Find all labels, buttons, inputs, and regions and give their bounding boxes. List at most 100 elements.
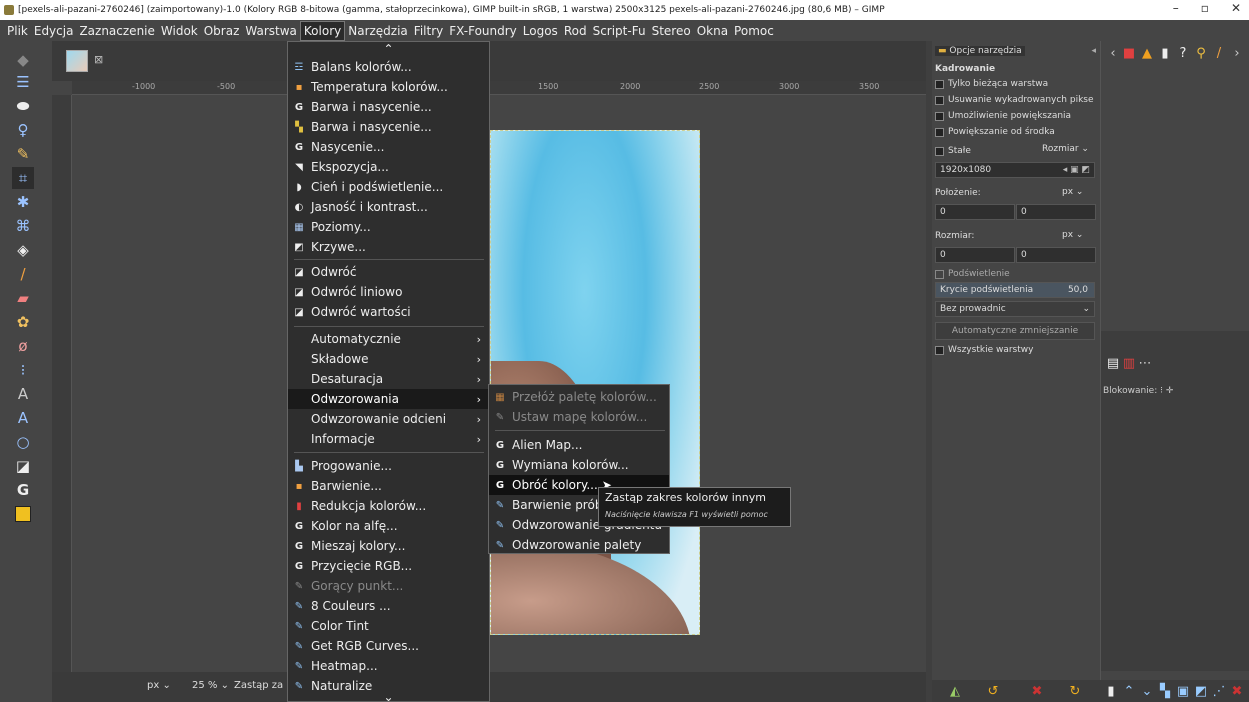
submenu-item-alien-map[interactable]: G Alien Map... [489, 435, 669, 455]
size-unit-select[interactable]: px ⌄ [1062, 230, 1083, 240]
warning-icon[interactable]: ▲ [1139, 45, 1155, 61]
menu-item-value-invert[interactable]: ◪ Odwróć wartości [288, 302, 489, 322]
menu-item-color-temperature[interactable]: ▪ Temperatura kolorów... [288, 77, 489, 97]
document-icon[interactable]: ▮ [1157, 45, 1173, 61]
menu-item-levels[interactable]: ▦ Poziomy... [288, 217, 489, 237]
new-layer-icon[interactable]: ▮ [1102, 682, 1120, 700]
paintbrush-icon[interactable]: / [12, 263, 34, 285]
menu-scroll-up[interactable]: ⌃ [288, 42, 489, 56]
menu-stereo[interactable]: Stereo [649, 22, 694, 40]
highlight-opacity-slider[interactable]: Krycie podświetlenia 50,0 [935, 282, 1095, 298]
curves-tool-icon[interactable]: ◪ [12, 455, 34, 477]
fixed-mode-select[interactable]: Rozmiar ⌄ [1042, 144, 1089, 154]
menu-obraz[interactable]: Obraz [201, 22, 243, 40]
crop-tool-icon[interactable]: ⌗ [12, 167, 34, 189]
menu-item-hue-chroma[interactable]: G Barwa i nasycenie... [288, 97, 489, 117]
menu-item-info[interactable]: Informacje › [288, 429, 489, 449]
menu-logos[interactable]: Logos [520, 22, 561, 40]
menu-item-invert[interactable]: ◪ Odwróć [288, 262, 489, 282]
menu-item-curves[interactable]: ◩ Krzywe... [288, 237, 489, 257]
menu-warstwa[interactable]: Warstwa [242, 22, 300, 40]
guides-select[interactable]: Bez prowadnic ⌄ [935, 301, 1095, 317]
menu-item-color-balance[interactable]: ☲ Balans kolorów... [288, 57, 489, 77]
raise-layer-icon[interactable]: ⌃ [1120, 682, 1138, 700]
restore-icon[interactable]: ↻ [1066, 682, 1084, 700]
menu-item-tone-mapping[interactable]: Odwzorowanie odcieni › [288, 409, 489, 429]
lock-position-icon[interactable]: ✛ [1166, 386, 1174, 396]
delete-layer-icon[interactable]: ✖ [1228, 682, 1246, 700]
menu-item-colorize[interactable]: ▪ Barwienie... [288, 476, 489, 496]
panel-menu-icon[interactable]: ◂ [1091, 46, 1096, 56]
expand-from-center-checkbox[interactable]: Powiększanie od środka [935, 125, 1055, 139]
lower-layer-icon[interactable]: ⌄ [1138, 682, 1156, 700]
fuzzy-select-icon[interactable]: ✎ [12, 143, 34, 165]
channels-tab-icon[interactable]: ▥ [1121, 355, 1137, 371]
brush-icon[interactable]: / [1211, 45, 1227, 61]
eyedropper-icon[interactable]: ⚲ [1193, 45, 1209, 61]
menu-item-shadows-highlights[interactable]: ◗ Cień i podświetlenie... [288, 177, 489, 197]
menu-item-rgb-clip[interactable]: G Przycięcie RGB... [288, 556, 489, 576]
menu-rod[interactable]: Rod [561, 22, 590, 40]
zoom-select[interactable]: 25 % ⌄ [192, 680, 229, 691]
gegl-tool-icon[interactable]: G [12, 479, 34, 501]
menu-item-brightness-contrast[interactable]: ◐ Jasność i kontrast... [288, 197, 489, 217]
menu-edycja[interactable]: Edycja [31, 22, 77, 40]
smudge-icon[interactable]: ø [12, 335, 34, 357]
menu-filtry[interactable]: Filtry [411, 22, 446, 40]
delete-icon[interactable]: ✖ [1028, 682, 1046, 700]
anchor-layer-icon[interactable]: ▣ [1174, 682, 1192, 700]
close-image-tab-icon[interactable]: ⊠ [94, 53, 103, 66]
menu-kolory[interactable]: Kolory [299, 20, 346, 41]
submenu-item-set-colormap[interactable]: ✎ Ustaw mapę kolorów... [489, 407, 669, 427]
menu-narzedzia[interactable]: Narzędzia [345, 22, 411, 40]
size-x-input[interactable]: 0 [935, 247, 1015, 263]
position-x-input[interactable]: 0 [935, 204, 1015, 220]
menu-item-auto[interactable]: Automatycznie › [288, 329, 489, 349]
fixed-size-field[interactable]: 1920x1080 ◂ ▣ ◩ [935, 162, 1095, 178]
align-tool-icon[interactable]: ☰ [12, 71, 34, 93]
size-y-input[interactable]: 0 [1016, 247, 1096, 263]
menu-item-color-to-alpha[interactable]: G Kolor na alfę... [288, 516, 489, 536]
unified-transform-icon[interactable]: ✱ [12, 191, 34, 213]
delete-cropped-checkbox[interactable]: Usuwanie wykadrowanych pikse [935, 93, 1094, 107]
menu-item-map[interactable]: Odwzorowania › [288, 389, 489, 409]
help-icon[interactable]: ? [1175, 45, 1191, 61]
paths-tab-icon[interactable]: ⋯ [1137, 355, 1153, 371]
color-swatch-icon[interactable]: ■ [1121, 45, 1137, 61]
zoom-tool-icon[interactable]: ○ [12, 431, 34, 453]
menu-item-8-couleurs[interactable]: ✎ 8 Couleurs ... [288, 596, 489, 616]
menu-item-heatmap[interactable]: ✎ Heatmap... [288, 656, 489, 676]
menu-item-saturation[interactable]: G Nasycenie... [288, 137, 489, 157]
menu-item-threshold[interactable]: ▙ Progowanie... [288, 456, 489, 476]
menu-item-dither[interactable]: G Mieszaj kolory... [288, 536, 489, 556]
position-y-input[interactable]: 0 [1016, 204, 1096, 220]
maximize-button[interactable]: ▫ [1201, 1, 1209, 15]
image-thumbnail[interactable] [66, 50, 88, 72]
fixed-checkbox[interactable]: Stałe [935, 144, 971, 158]
text-outline-icon[interactable]: A [12, 407, 34, 429]
menu-item-posterize[interactable]: ▮ Redukcja kolorów... [288, 496, 489, 516]
minimize-button[interactable]: – [1173, 1, 1179, 15]
free-select-icon[interactable]: ♀ [12, 119, 34, 141]
submenu-item-palette-map[interactable]: ✎ Odwzorowanie palety [489, 535, 669, 555]
bucket-fill-icon[interactable]: ◈ [12, 239, 34, 261]
reset-icon[interactable]: ↺ [984, 682, 1002, 700]
eraser-icon[interactable]: ▰ [12, 287, 34, 309]
unit-select[interactable]: px ⌄ [147, 680, 171, 691]
menu-script-fu[interactable]: Script-Fu [590, 22, 649, 40]
link-icon[interactable]: ⋰ [1210, 682, 1228, 700]
highlight-checkbox[interactable]: Podświetlenie [935, 267, 1010, 281]
menu-item-color-tint[interactable]: ✎ Color Tint [288, 616, 489, 636]
menu-zaznaczenie[interactable]: Zaznaczenie [76, 22, 157, 40]
menu-item-components[interactable]: Składowe › [288, 349, 489, 369]
menu-okna[interactable]: Okna [694, 22, 731, 40]
menu-item-hue-saturation[interactable]: ▚ Barwa i nasycenie... [288, 117, 489, 137]
all-layers-checkbox[interactable]: Wszystkie warstwy [935, 343, 1033, 357]
menu-item-desaturate[interactable]: Desaturacja › [288, 369, 489, 389]
submenu-item-color-exchange[interactable]: G Wymiana kolorów... [489, 455, 669, 475]
menu-widok[interactable]: Widok [158, 22, 201, 40]
allow-growing-checkbox[interactable]: Umożliwienie powiększania [935, 109, 1071, 123]
lock-pixels-icon[interactable]: ⁝ [1160, 386, 1163, 396]
position-unit-select[interactable]: px ⌄ [1062, 187, 1083, 197]
menu-item-hot-spot[interactable]: ✎ Gorący punkt... [288, 576, 489, 596]
